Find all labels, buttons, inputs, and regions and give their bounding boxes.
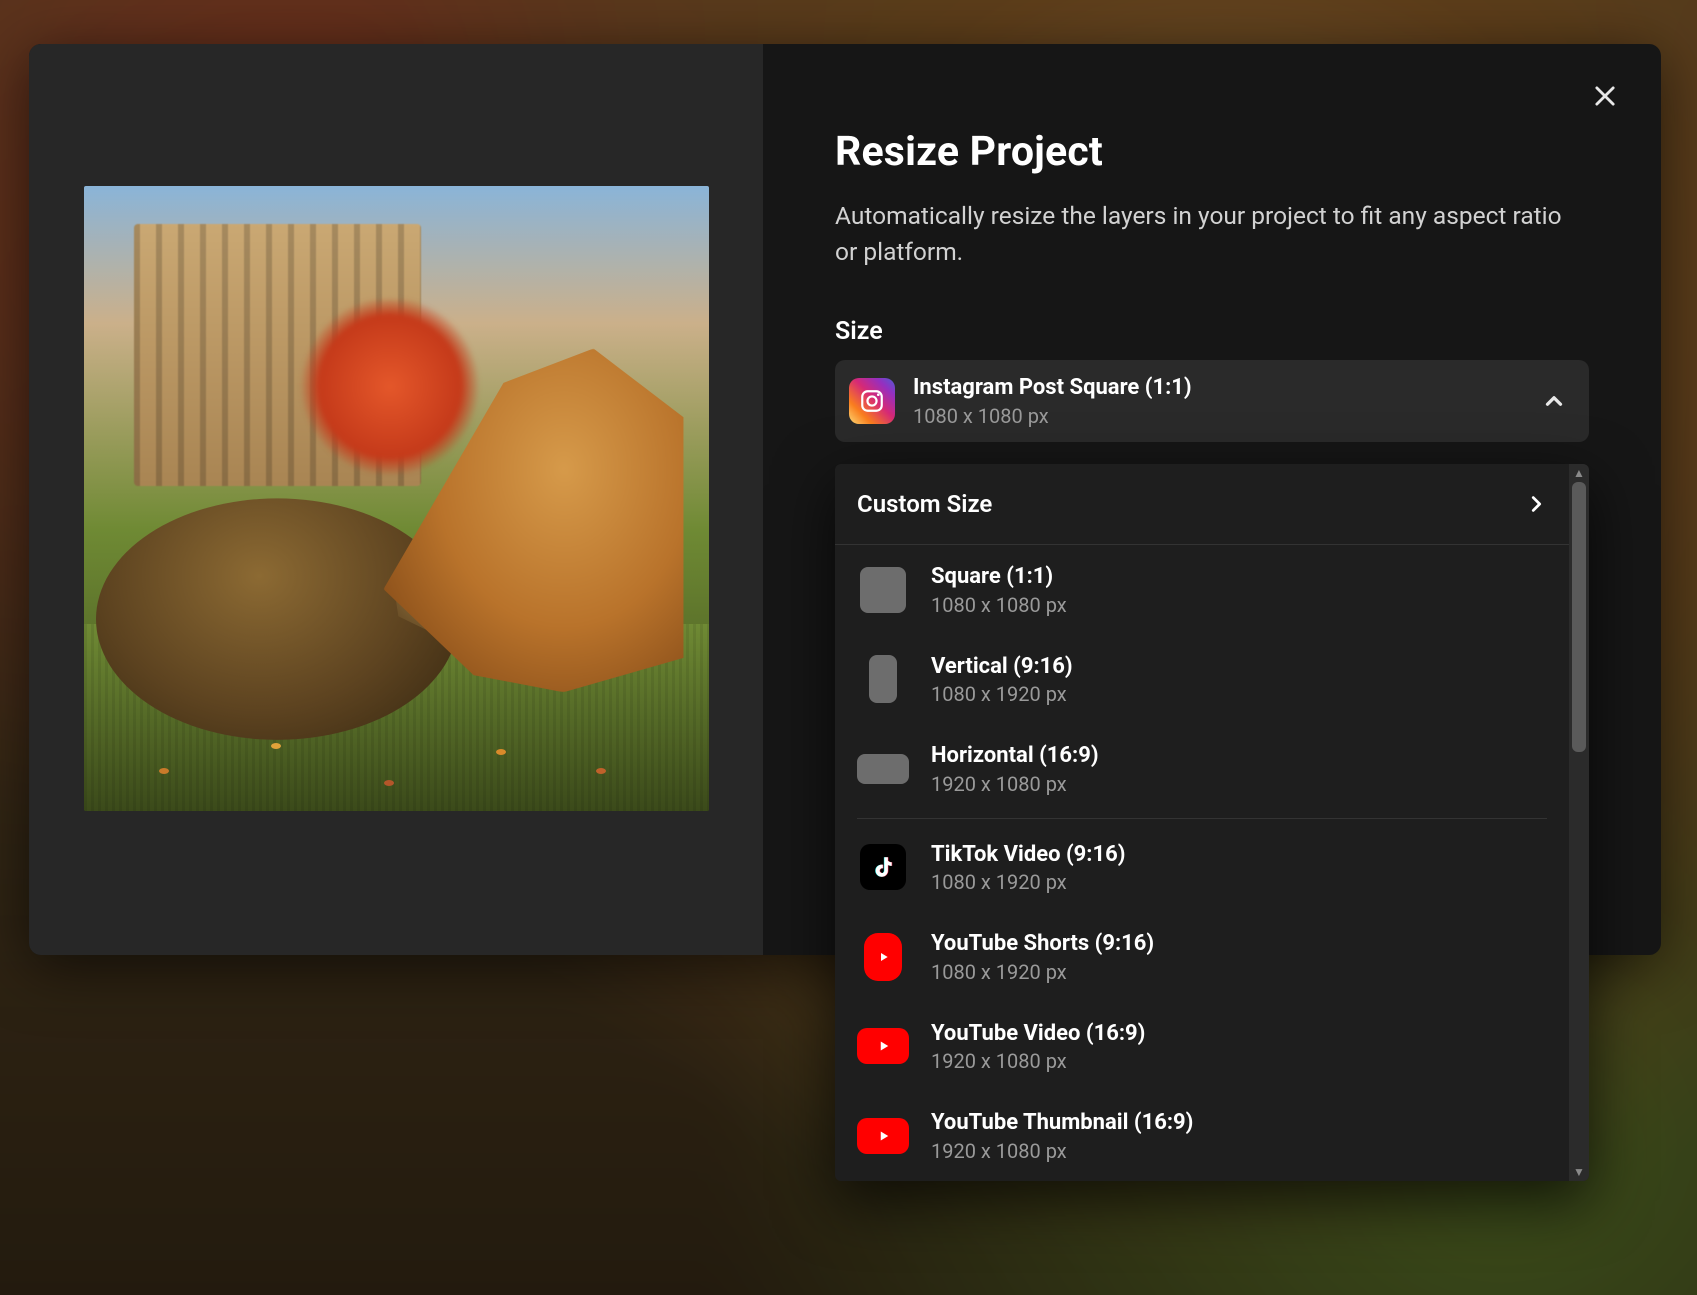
scrollbar-thumb[interactable] — [1572, 482, 1586, 752]
option-label: YouTube Video (16:9) — [931, 1020, 1547, 1048]
chevron-up-icon — [1541, 388, 1567, 414]
instagram-icon — [849, 378, 895, 424]
option-label: TikTok Video (9:16) — [931, 841, 1547, 869]
selected-size-dims: 1080 x 1080 px — [913, 404, 1523, 428]
option-dims: 1920 x 1080 px — [931, 772, 1547, 796]
scroll-up-icon: ▲ — [1569, 466, 1589, 480]
vertical-shape-icon — [869, 655, 897, 703]
option-dims: 1080 x 1920 px — [931, 682, 1547, 706]
youtube-shorts-icon — [864, 933, 902, 981]
youtube-icon — [857, 1028, 909, 1064]
option-custom-size[interactable]: Custom Size — [835, 464, 1569, 545]
close-icon — [1591, 82, 1619, 110]
option-label: YouTube Thumbnail (16:9) — [931, 1109, 1547, 1137]
project-preview-image — [84, 186, 709, 811]
resize-project-dialog: Resize Project Automatically resize the … — [29, 44, 1661, 955]
option-horizontal[interactable]: Horizontal (16:9) 1920 x 1080 px — [835, 724, 1569, 814]
option-dims: 1920 x 1080 px — [931, 1139, 1547, 1163]
option-dims: 1080 x 1920 px — [931, 960, 1547, 984]
option-label: Square (1:1) — [931, 563, 1547, 591]
option-youtube-video[interactable]: YouTube Video (16:9) 1920 x 1080 px — [835, 1002, 1569, 1092]
square-shape-icon — [860, 567, 906, 613]
dialog-subtitle: Automatically resize the layers in your … — [835, 198, 1575, 269]
option-label: YouTube Shorts (9:16) — [931, 930, 1547, 958]
option-youtube-thumbnail[interactable]: YouTube Thumbnail (16:9) 1920 x 1080 px — [835, 1091, 1569, 1181]
controls-pane: Resize Project Automatically resize the … — [763, 44, 1661, 955]
selected-size-name: Instagram Post Square (1:1) — [913, 374, 1523, 402]
size-select[interactable]: Instagram Post Square (1:1) 1080 x 1080 … — [835, 360, 1589, 442]
option-tiktok-video[interactable]: TikTok Video (9:16) 1080 x 1920 px — [835, 823, 1569, 913]
option-label: Horizontal (16:9) — [931, 742, 1547, 770]
divider — [857, 818, 1547, 819]
horizontal-shape-icon — [857, 754, 909, 784]
chevron-right-icon — [1525, 493, 1547, 515]
option-dims: 1080 x 1920 px — [931, 870, 1547, 894]
option-dims: 1920 x 1080 px — [931, 1049, 1547, 1073]
close-button[interactable] — [1583, 74, 1627, 118]
size-dropdown: Custom Size Square (1:1) 1080 x 1080 px — [835, 464, 1589, 1181]
youtube-icon — [857, 1118, 909, 1154]
option-vertical[interactable]: Vertical (9:16) 1080 x 1920 px — [835, 635, 1569, 725]
option-youtube-shorts[interactable]: YouTube Shorts (9:16) 1080 x 1920 px — [835, 912, 1569, 1002]
dropdown-scrollbar[interactable]: ▲ ▼ — [1569, 464, 1589, 1181]
option-square[interactable]: Square (1:1) 1080 x 1080 px — [835, 545, 1569, 635]
option-label: Vertical (9:16) — [931, 653, 1547, 681]
tiktok-icon — [860, 844, 906, 890]
option-label: Custom Size — [857, 490, 992, 518]
scroll-down-icon: ▼ — [1569, 1165, 1589, 1179]
option-dims: 1080 x 1080 px — [931, 593, 1547, 617]
preview-pane — [29, 44, 763, 955]
size-section-label: Size — [835, 317, 1589, 346]
dialog-title: Resize Project — [835, 128, 1589, 176]
